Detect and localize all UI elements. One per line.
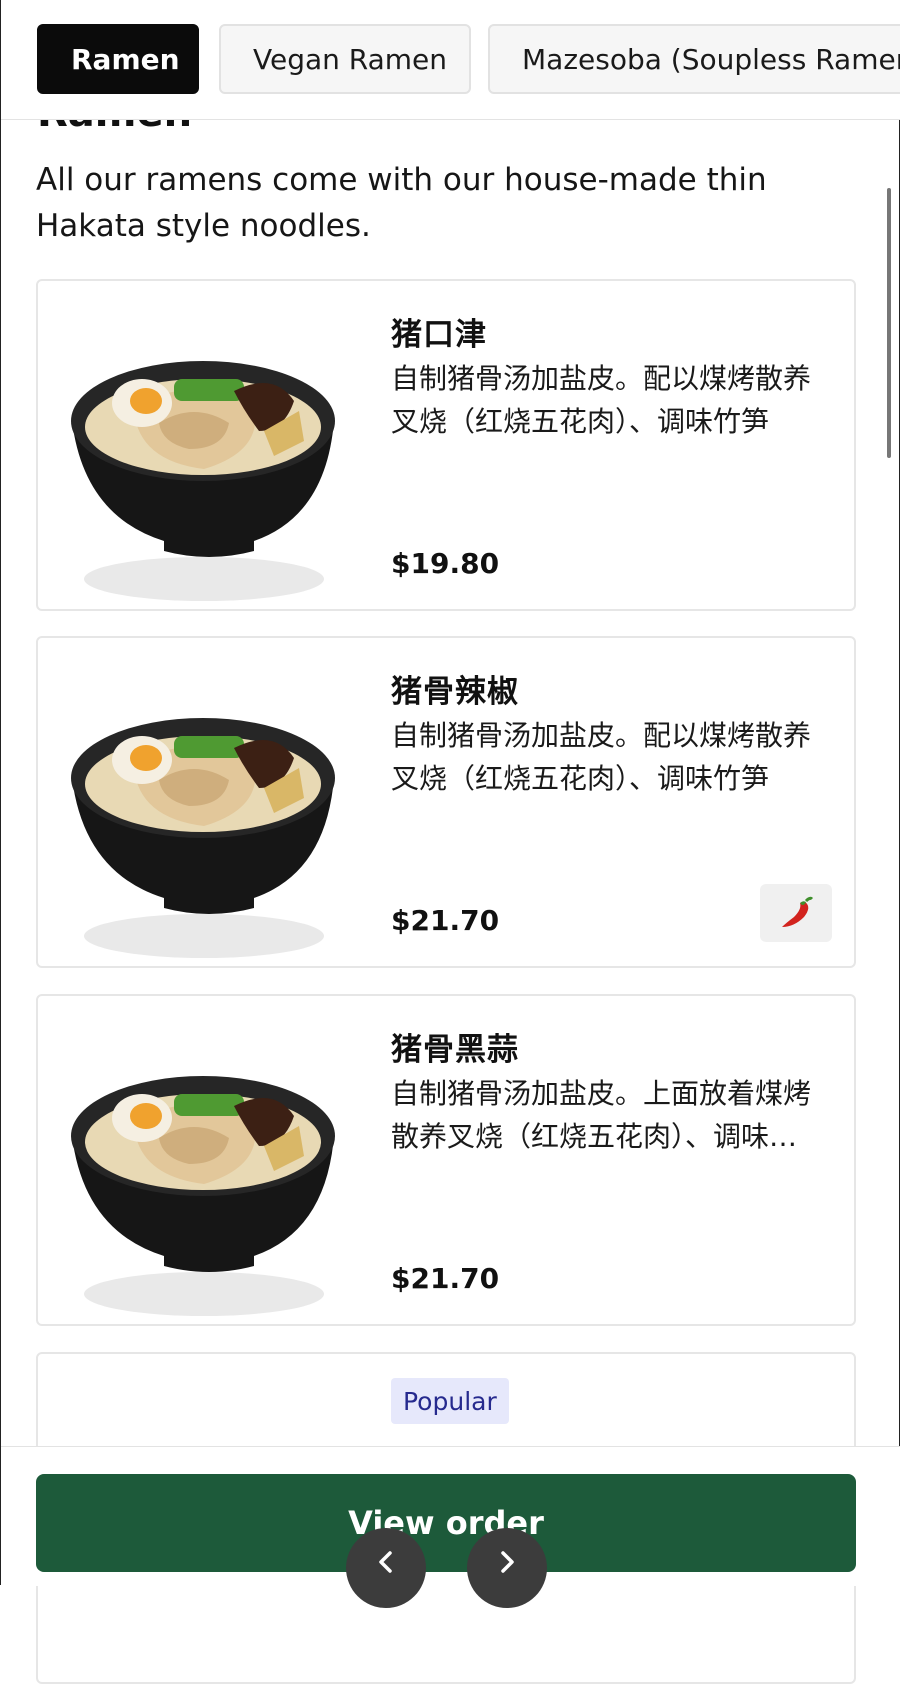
tab-ramen[interactable]: Ramen [37,24,199,94]
view-order-button[interactable]: View order [36,1474,856,1572]
chili-pepper-icon [782,896,814,927]
popular-badge: Popular [391,1378,509,1424]
menu-item-card[interactable]: 猪骨辣椒 自制猪骨汤加盐皮。配以煤烤散养叉烧（红烧五花肉）、调味竹笋 $21.7… [36,636,856,968]
section-description: All our ramens come with our house-made … [36,162,767,244]
scrollbar[interactable] [887,188,891,458]
category-tabs: Ramen Vegan Ramen Mazesoba (Soupless Ram… [1,0,900,120]
order-footer: View order [1,1446,900,1586]
menu-item-card[interactable]: 猪口津 自制猪骨汤加盐皮。配以煤烤散养叉烧（红烧五花肉）、调味竹笋 $19.80 [36,279,856,611]
ramen-bowl-image [71,718,335,958]
item-name: 猪骨黑蒜 [391,1032,519,1068]
ramen-bowl-image [71,361,335,601]
item-description: 自制猪骨汤加盐皮。上面放着煤烤散养叉烧（红烧五花肉）、调味竹笋 [391,1077,812,1153]
item-price: $21.70 [391,1262,500,1295]
chevron-right-icon [501,1551,514,1573]
tab-mazesoba[interactable]: Mazesoba (Soupless Ramen) [488,24,900,94]
next-button[interactable] [467,1528,547,1608]
previous-button[interactable] [346,1528,426,1608]
section-title: Ramen [37,119,192,135]
spicy-badge [760,884,832,942]
ramen-bowl-image [71,1076,335,1316]
item-description: 自制猪骨汤加盐皮。配以煤烤散养叉烧（红烧五花肉）、调味竹笋 [391,719,812,795]
item-name: 猪骨辣椒 [391,674,519,710]
menu-item-card[interactable]: 猪骨黑蒜 自制猪骨汤加盐皮。上面放着煤烤散养叉烧（红烧五花肉）、调味竹笋 $21… [36,994,856,1326]
chevron-left-icon [379,1551,392,1573]
item-description: 自制猪骨汤加盐皮。配以煤烤散养叉烧（红烧五花肉）、调味竹笋 [391,362,812,438]
item-name: 猪口津 [391,317,487,353]
item-price: $21.70 [391,904,500,937]
item-price: $19.80 [391,547,500,580]
tab-vegan-ramen[interactable]: Vegan Ramen [219,24,471,94]
